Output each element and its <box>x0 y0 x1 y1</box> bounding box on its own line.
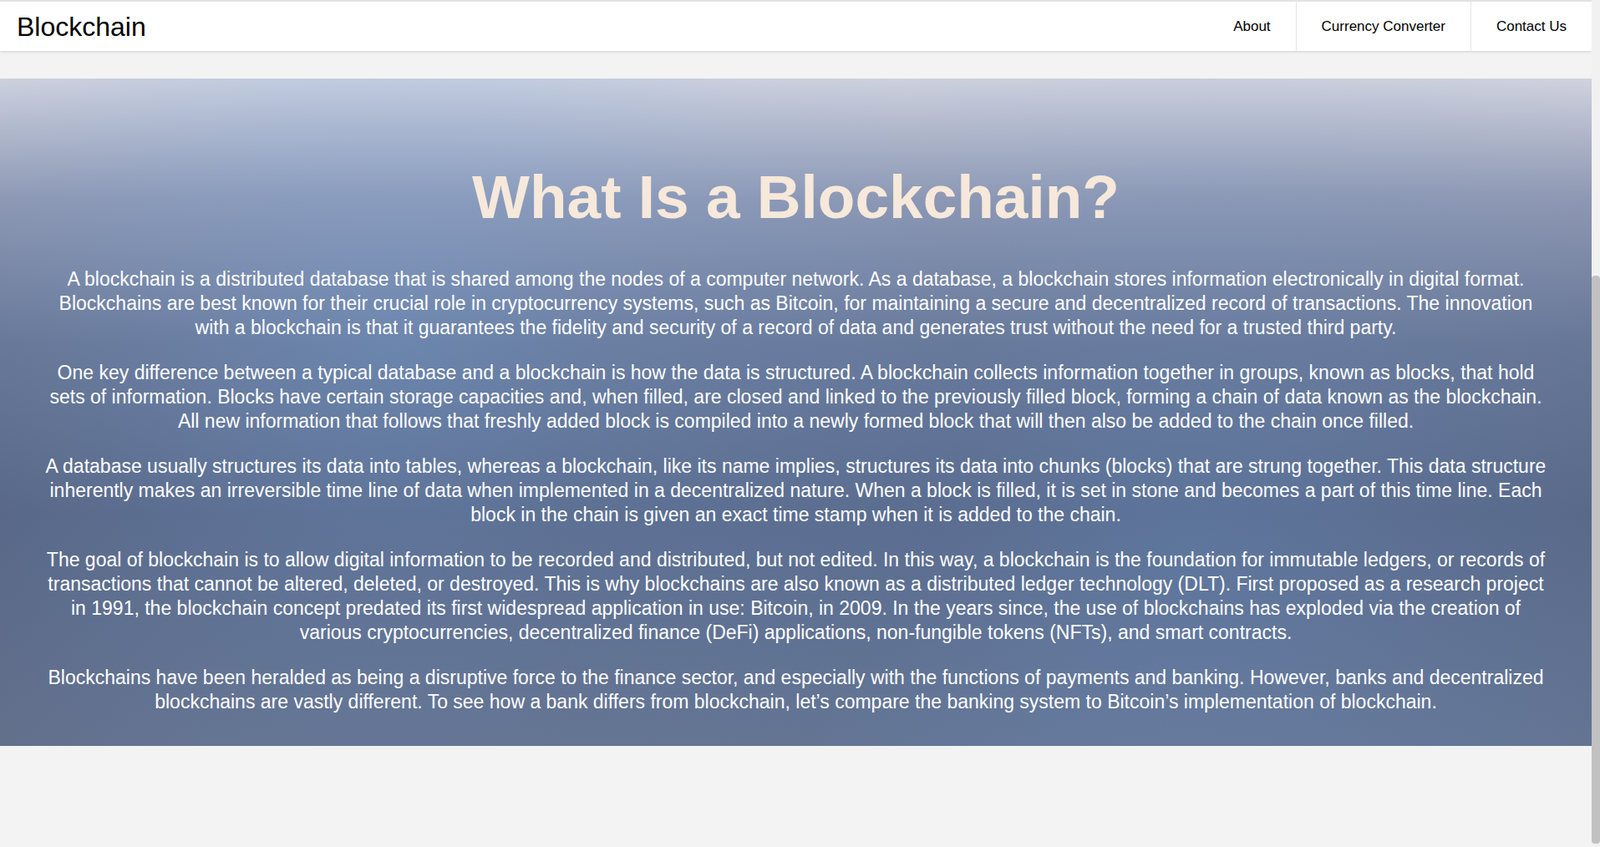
hero-paragraph: A database usually structures its data i… <box>43 454 1549 528</box>
hero-text: A blockchain is a distributed database t… <box>43 267 1549 715</box>
nav-link[interactable]: About <box>1208 1 1296 51</box>
hero-paragraph: A blockchain is a distributed database t… <box>43 267 1549 341</box>
navbar: Blockchain AboutCurrency ConverterContac… <box>0 0 1592 51</box>
nav-link[interactable]: Contact Us <box>1470 1 1592 51</box>
hero-paragraph: One key difference between a typical dat… <box>43 360 1549 434</box>
scrollbar[interactable] <box>1591 0 1600 847</box>
brand[interactable]: Blockchain <box>16 13 147 41</box>
hero-paragraph: Blockchains have been heralded as being … <box>43 665 1549 715</box>
nav-links: AboutCurrency ConverterContact Us <box>1208 1 1592 51</box>
nav-link[interactable]: Currency Converter <box>1295 1 1471 51</box>
hero-paragraph: The goal of blockchain is to allow digit… <box>43 548 1549 646</box>
hero: What Is a Blockchain? A blockchain is a … <box>0 78 1592 747</box>
scrollbar-thumb[interactable] <box>1591 275 1600 844</box>
hero-heading: What Is a Blockchain? <box>43 162 1549 233</box>
